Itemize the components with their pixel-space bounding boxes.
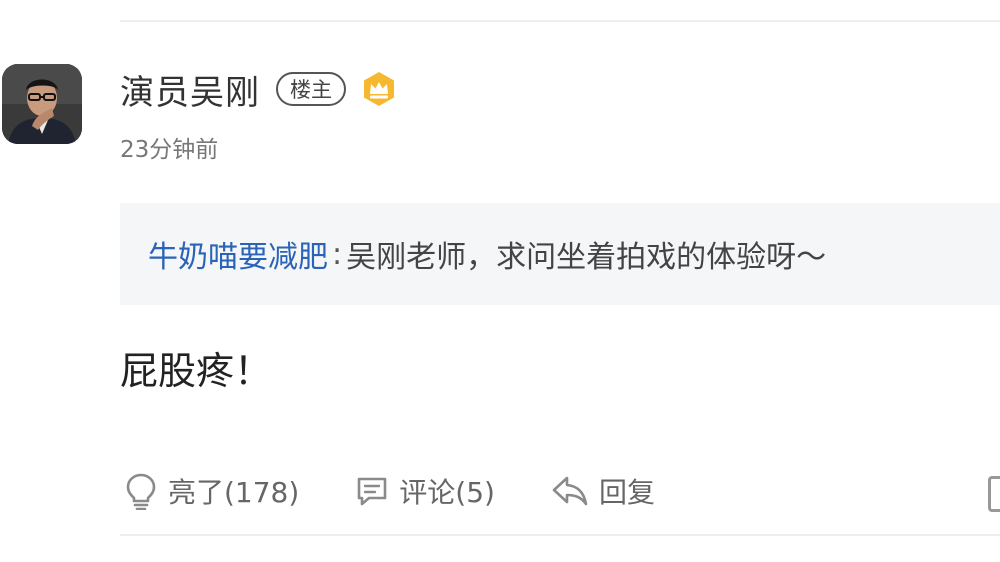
timestamp: 23分钟前 xyxy=(120,137,219,163)
quoted-username[interactable]: 牛奶喵要减肥 xyxy=(148,232,328,276)
top-divider xyxy=(120,20,1000,22)
reply-button[interactable]: 回复 xyxy=(551,471,655,511)
quote-separator: : xyxy=(332,236,343,272)
bottom-divider xyxy=(120,534,1000,536)
like-label: 亮了(178) xyxy=(168,476,300,509)
reply-arrow-icon xyxy=(552,476,588,506)
like-button[interactable]: 亮了(178) xyxy=(124,471,299,511)
crown-icon xyxy=(364,72,394,106)
lightbulb-icon xyxy=(126,473,156,510)
action-bar: 亮了(178) 评论(5) 回复 xyxy=(120,468,655,514)
comment-icon xyxy=(357,477,387,506)
author-row: 演员吴刚 楼主 xyxy=(120,64,398,114)
quoted-text: 吴刚老师，求问坐着拍戏的体验呀～ xyxy=(346,240,827,275)
op-badge: 楼主 xyxy=(276,72,346,106)
more-icon[interactable] xyxy=(988,476,1000,512)
quoted-comment[interactable]: 牛奶喵要减肥 : 吴刚老师，求问坐着拍戏的体验呀～ xyxy=(120,203,1000,305)
avatar[interactable] xyxy=(2,64,82,144)
avatar-image xyxy=(2,64,82,144)
reply-label: 回复 xyxy=(598,476,655,509)
author-name[interactable]: 演员吴刚 xyxy=(120,65,260,114)
comment-button[interactable]: 评论(5) xyxy=(355,471,495,511)
reply-body: 屁股疼！ xyxy=(120,349,273,393)
comment-label: 评论(5) xyxy=(399,476,495,509)
